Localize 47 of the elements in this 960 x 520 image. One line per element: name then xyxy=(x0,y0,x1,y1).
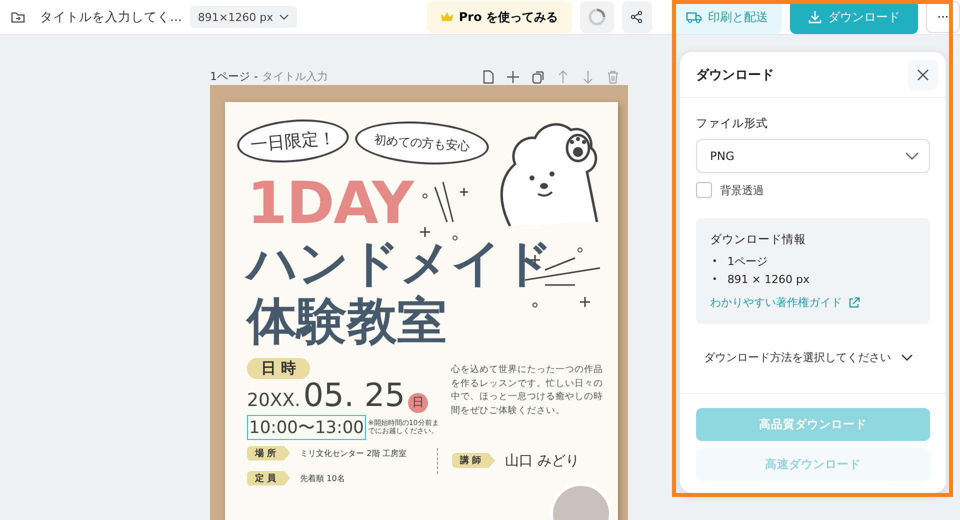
instructor-name: 山口 みどり xyxy=(505,452,580,470)
event-date: 05. 25 xyxy=(303,379,406,411)
poster-title: 体験教室 xyxy=(247,292,447,350)
crown-icon xyxy=(440,12,453,22)
date-label-tag: 日 時 xyxy=(247,358,310,379)
share-icon xyxy=(630,11,642,23)
duplicate-icon[interactable] xyxy=(531,70,545,84)
info-label-tag: 場 所 xyxy=(247,446,290,460)
info-item: 891 × 1260 px xyxy=(727,272,810,288)
format-label: ファイル形式 xyxy=(696,116,769,131)
date-year: 20XX. xyxy=(247,390,300,411)
share-button[interactable] xyxy=(622,1,652,33)
info-item: 1ページ xyxy=(727,254,768,270)
bullet-mark: • xyxy=(712,256,718,269)
plus-icon[interactable] xyxy=(506,70,520,84)
spinner-icon xyxy=(588,8,606,26)
panel-title: ダウンロード xyxy=(696,66,774,84)
page-number: 1ページ xyxy=(210,69,250,84)
chevron-down-icon xyxy=(279,14,290,20)
weekday-badge: 日 xyxy=(408,392,428,412)
info-value: 先着順 10名 xyxy=(300,472,345,484)
headline: 1DAY xyxy=(247,172,413,234)
pro-button[interactable]: Pro を使ってみる xyxy=(426,1,572,33)
checkbox[interactable] xyxy=(696,182,712,198)
bullet-mark: • xyxy=(712,274,718,287)
document-title[interactable]: タイトルを入力してく... xyxy=(40,8,182,26)
poster-title: ハンドメイド xyxy=(247,234,553,292)
download-icon xyxy=(808,10,822,24)
truck-icon xyxy=(686,11,702,23)
file-format-select[interactable]: PNG xyxy=(696,139,930,173)
size-dropdown[interactable]: 891×1260 px xyxy=(190,6,298,28)
info-value: ミリ文化センター 2階 工房室 xyxy=(300,448,406,458)
chevron-down-icon xyxy=(905,152,919,160)
info-label-tag: 定 員 xyxy=(247,470,290,486)
event-time[interactable]: 10:00〜13:00 xyxy=(247,414,366,440)
checkbox-label: 背景透過 xyxy=(720,182,764,198)
instructor-label-tag: 講 師 xyxy=(452,453,496,468)
event-description: 心を込めて世界にたった一つの作品を作るレッスンです。忙しい日々の中で、ほっと一息つける癒やしの時間をぜひご体験ください。 xyxy=(451,364,604,418)
loading-button[interactable] xyxy=(580,1,614,33)
close-button[interactable] xyxy=(908,60,938,90)
info-title: ダウンロード情報 xyxy=(710,232,807,247)
chevron-down-icon xyxy=(901,354,913,361)
external-link-icon xyxy=(848,296,860,308)
close-icon xyxy=(917,68,929,80)
download-method-dropdown[interactable]: ダウンロード方法を選択してください xyxy=(696,350,930,365)
blank-page-icon[interactable] xyxy=(481,70,495,84)
page-separator: - xyxy=(254,70,258,83)
